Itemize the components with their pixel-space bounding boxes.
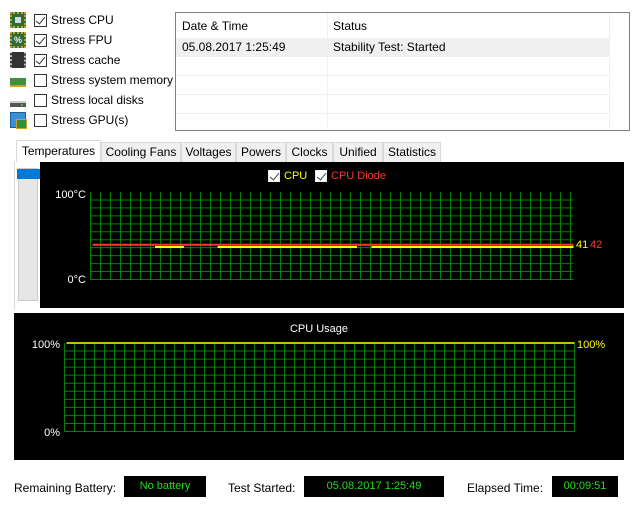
cpu-usage-current-value: 100%: [577, 339, 605, 351]
fpu-icon: %: [10, 32, 26, 48]
stress-memory-label: Stress system memory: [51, 73, 174, 87]
tab-statistics[interactable]: Statistics: [383, 142, 441, 162]
stress-gpu-option[interactable]: Stress GPU(s): [10, 110, 128, 130]
y-label-bottom: 0°C: [68, 274, 87, 286]
tab-panel-border: [14, 161, 15, 309]
temperature-chart: CPU CPU Diode 100°C 0°C 41 42: [40, 162, 624, 308]
stress-disks-checkbox[interactable]: [34, 93, 47, 107]
status-log-table[interactable]: Date & Time Status 05.08.2017 1:25:49 St…: [175, 12, 630, 131]
tab-voltages[interactable]: Voltages: [181, 142, 236, 162]
cpu-current-value: 41: [576, 239, 588, 251]
stress-memory-option[interactable]: Stress system memory: [10, 70, 173, 90]
cpu-usage-title: CPU Usage: [290, 323, 348, 335]
elapsed-time-value: 00:09:51: [552, 476, 618, 497]
datetime-cell: 05.08.2017 1:25:49: [182, 40, 286, 54]
tab-cooling-fans[interactable]: Cooling Fans: [101, 142, 181, 162]
stress-cache-label: Stress cache: [51, 53, 121, 67]
stress-cache-option[interactable]: Stress cache: [10, 50, 120, 70]
tab-temperatures[interactable]: Temperatures: [16, 140, 101, 162]
stress-disks-option[interactable]: Stress local disks: [10, 90, 144, 110]
column-header-datetime[interactable]: Date & Time: [176, 13, 327, 39]
test-started-value: 05.08.2017 1:25:49: [304, 476, 444, 497]
table-row[interactable]: 05.08.2017 1:25:49 Stability Test: Start…: [176, 38, 609, 57]
y-label-top: 100%: [32, 339, 60, 351]
cpu-diode-current-value: 42: [590, 239, 602, 251]
stress-gpu-label: Stress GPU(s): [51, 113, 129, 127]
status-cell: Stability Test: Started: [333, 40, 446, 54]
stress-gpu-checkbox[interactable]: [34, 113, 47, 127]
column-header-status[interactable]: Status: [327, 13, 609, 39]
stress-memory-checkbox[interactable]: [34, 73, 47, 87]
battery-label: Remaining Battery:: [14, 481, 117, 495]
table-row-empty: [176, 95, 609, 114]
y-label-bottom: 0%: [44, 427, 60, 439]
test-started-label: Test Started:: [228, 481, 296, 495]
y-label-top: 100°C: [55, 189, 86, 201]
cpu-usage-plot: CPU Usage 100% 0% 100%: [32, 323, 605, 439]
memory-module-icon: [10, 77, 26, 87]
table-row-empty: [176, 76, 609, 95]
cache-chip-icon: [10, 52, 26, 68]
stress-cache-checkbox[interactable]: [34, 53, 47, 67]
hard-disk-icon: [10, 101, 26, 107]
stress-cpu-label: Stress CPU: [51, 13, 114, 27]
stress-fpu-label: Stress FPU: [51, 33, 113, 47]
tab-unified[interactable]: Unified: [333, 142, 383, 162]
stress-cpu-checkbox[interactable]: [34, 13, 47, 27]
tab-clocks[interactable]: Clocks: [286, 142, 333, 162]
graph-scrollbar[interactable]: [17, 168, 40, 301]
gpu-monitor-icon: [10, 112, 27, 129]
battery-value: No battery: [124, 476, 206, 497]
stress-fpu-option[interactable]: % Stress FPU: [10, 30, 112, 50]
cpu-chip-icon: [10, 12, 26, 28]
cpu-usage-grid: [64, 343, 575, 432]
scrollbar-thumb[interactable]: [17, 169, 40, 179]
tab-powers[interactable]: Powers: [236, 142, 286, 162]
table-row-empty: [176, 57, 609, 76]
stress-disks-label: Stress local disks: [51, 93, 144, 107]
temperature-grid: [90, 192, 574, 280]
temperature-series: [92, 243, 574, 248]
elapsed-time-label: Elapsed Time:: [467, 481, 544, 495]
temperature-plot: 100°C 0°C 41 42: [55, 189, 602, 286]
table-header: Date & Time Status: [176, 13, 629, 39]
stress-cpu-option[interactable]: Stress CPU: [10, 10, 114, 30]
stress-fpu-checkbox[interactable]: [34, 33, 47, 47]
cpu-usage-chart: CPU Usage 100% 0% 100%: [14, 313, 624, 460]
